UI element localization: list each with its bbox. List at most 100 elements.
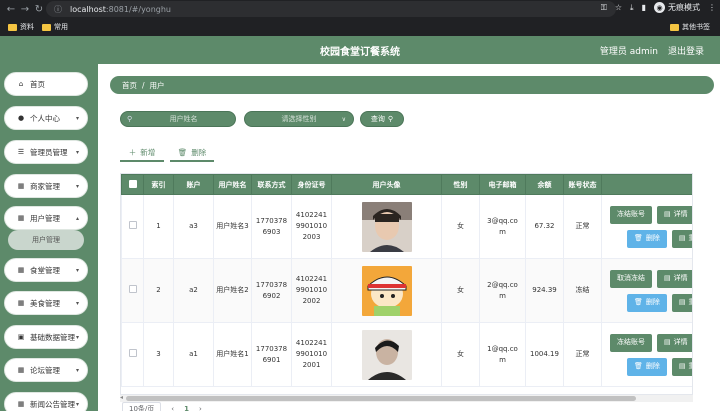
id-card-cell: 410224199010102002 — [291, 258, 332, 323]
sidebar-item-label: 论坛管理 — [30, 365, 60, 375]
address-bar[interactable]: ⓘ localhost:8081/#/yonghu — [46, 1, 616, 17]
home-icon: ⌂ — [18, 80, 24, 88]
key-icon[interactable]: ⚿ — [601, 3, 607, 13]
gender-cell: 女 — [441, 322, 480, 387]
sidebar-item-users[interactable]: ▦ 用户管理 ▴ — [4, 206, 88, 230]
current-page[interactable]: 1 — [184, 405, 189, 411]
delete-row-button[interactable]: 🗑 删除 — [627, 293, 667, 312]
chevron-down-icon: ▾ — [75, 333, 79, 341]
freeze-button[interactable]: 冻结账号 — [610, 205, 652, 224]
row-checkbox[interactable] — [128, 284, 137, 293]
menu-icon[interactable]: ⋮ — [708, 3, 716, 12]
breadcrumb-home[interactable]: 首页 — [122, 80, 137, 91]
page-size-select[interactable]: 10条/页 — [122, 402, 162, 411]
sidebar-item-admin[interactable]: ☰ 管理员管理 ▾ — [4, 140, 88, 164]
detail-button[interactable]: ▤ 详情 — [657, 205, 692, 224]
back-icon[interactable]: ← — [4, 2, 18, 16]
table-row[interactable]: 3 a1 用户姓名1 17703786901 41022419901010200… — [121, 322, 692, 387]
chevron-down-icon: ▾ — [75, 366, 79, 374]
sidebar-item-label: 食堂管理 — [30, 265, 60, 275]
forward-icon[interactable]: → — [18, 2, 32, 16]
freeze-button[interactable]: 冻结账号 — [610, 333, 652, 352]
site-info-icon[interactable]: ⓘ — [54, 4, 62, 15]
sidebar-item-canteen[interactable]: ▦ 食堂管理 ▾ — [4, 258, 88, 282]
table-row[interactable]: 1 a3 用户姓名3 17703786903 41022419901010200… — [121, 194, 692, 259]
ops-cell: 冻结账号 ▤详情 🗑删除 ▤重置 — [601, 322, 692, 387]
bookmark-folder-changyong[interactable]: 常用 — [42, 22, 68, 32]
ops-cell: 取消冻结 ▤详情 🗑删除 ▤重置 — [601, 258, 692, 323]
doc-icon: ▤ — [664, 210, 671, 218]
doc-icon: ▤ — [678, 298, 686, 306]
bookmarks-bar: 资料 常用 其他书签 — [0, 18, 720, 36]
batch-delete-button[interactable]: 🗑 删除 — [170, 144, 214, 162]
reload-icon[interactable]: ↻ — [32, 2, 46, 16]
prev-page-icon[interactable]: ‹ — [171, 405, 174, 411]
add-button[interactable]: ＋ 新增 — [120, 144, 164, 162]
clipboard-icon: ▣ — [17, 333, 25, 341]
row-checkbox[interactable] — [128, 348, 137, 357]
detail-button[interactable]: ▤ 详情 — [657, 269, 692, 288]
sidebar-item-basedata[interactable]: ▣ 基础数据管理 ▾ — [4, 325, 88, 349]
reset-button[interactable]: ▤重置 — [671, 229, 692, 248]
logout-link[interactable]: 退出登录 — [668, 44, 704, 57]
sidebar-item-home[interactable]: ⌂ 首页 — [4, 72, 88, 96]
sidebar-item-profile[interactable]: ● 个人中心 ▾ — [4, 106, 88, 130]
reset-label: 重置 — [689, 297, 692, 308]
delete-label: 删除 — [645, 362, 660, 370]
reset-button[interactable]: ▤重置 — [671, 293, 692, 312]
sidepanel-icon[interactable]: ▮ — [642, 3, 646, 12]
scroll-left-icon[interactable]: ◂ — [120, 394, 123, 401]
next-page-icon[interactable]: › — [199, 405, 202, 411]
select-all-checkbox[interactable] — [128, 179, 137, 188]
sidebar-item-news[interactable]: ▦ 新闻公告管理 ▾ — [4, 392, 88, 411]
other-bookmarks[interactable]: 其他书签 — [670, 22, 710, 32]
current-user: 管理员 admin — [599, 47, 658, 57]
trash-icon: 🗑 — [177, 147, 188, 157]
chevron-down-icon: ▾ — [75, 299, 79, 307]
url-path: :8081/#/yonghu — [105, 4, 171, 14]
balance-cell: 67.32 — [525, 194, 564, 259]
gender-select[interactable]: 请选择性别 ∨ — [244, 111, 354, 127]
query-button[interactable]: 查询 ⚲ — [360, 111, 404, 127]
download-icon[interactable]: ⤓ — [630, 3, 634, 13]
trash-icon: 🗑 — [634, 234, 643, 242]
sidebar-subitem-user-management[interactable]: 用户管理 — [8, 230, 84, 250]
phone-cell: 17703786903 — [251, 194, 292, 259]
status-cell: 正常 — [563, 194, 602, 259]
other-bookmarks-label: 其他书签 — [682, 23, 710, 31]
reset-button[interactable]: ▤重置 — [671, 357, 692, 376]
index-cell: 1 — [143, 194, 174, 259]
doc-icon: ▤ — [664, 274, 671, 282]
list-icon: ☰ — [17, 148, 25, 156]
sidebar-item-forum[interactable]: ▦ 论坛管理 ▾ — [4, 358, 88, 382]
column-header: 余额 — [525, 174, 564, 195]
unfreeze-button[interactable]: 取消冻结 — [610, 269, 652, 288]
avatar — [361, 329, 412, 380]
sidebar-item-merchant[interactable]: ▦ 商家管理 ▾ — [4, 174, 88, 198]
name-search-input[interactable] — [132, 115, 235, 123]
incognito-indicator[interactable]: ◉ 无痕模式 — [654, 2, 700, 13]
chevron-down-icon: ▾ — [75, 182, 79, 190]
phone-cell: 17703786902 — [251, 258, 292, 323]
name-cell: 用户姓名1 — [213, 322, 252, 387]
sidebar-item-food[interactable]: ▦ 美食管理 ▾ — [4, 291, 88, 315]
detail-button[interactable]: ▤ 详情 — [657, 333, 692, 352]
trash-icon: 🗑 — [634, 298, 643, 306]
delete-row-button[interactable]: 🗑 删除 — [627, 357, 667, 376]
grid-icon: ▦ — [17, 400, 25, 408]
grid-icon: ▦ — [17, 182, 25, 190]
row-checkbox[interactable] — [128, 220, 137, 229]
bookmark-folder-ziliao[interactable]: 资料 — [8, 22, 34, 32]
star-icon[interactable]: ☆ — [615, 3, 622, 12]
table-row[interactable]: 2 a2 用户姓名2 17703786902 41022419901010200… — [121, 258, 692, 323]
bookmark-label: 资料 — [20, 23, 34, 31]
delete-row-button[interactable]: 🗑 删除 — [627, 229, 667, 248]
scrollbar-thumb[interactable] — [126, 396, 636, 401]
sidebar-item-label: 商家管理 — [30, 181, 60, 191]
table-horizontal-scrollbar[interactable]: ◂ — [120, 394, 693, 402]
avatar-cell — [331, 194, 442, 259]
grid-icon: ▦ — [17, 214, 25, 222]
balance-cell: 924.39 — [525, 258, 564, 323]
account-cell: a2 — [173, 258, 214, 323]
chevron-down-icon: ▾ — [75, 266, 79, 274]
